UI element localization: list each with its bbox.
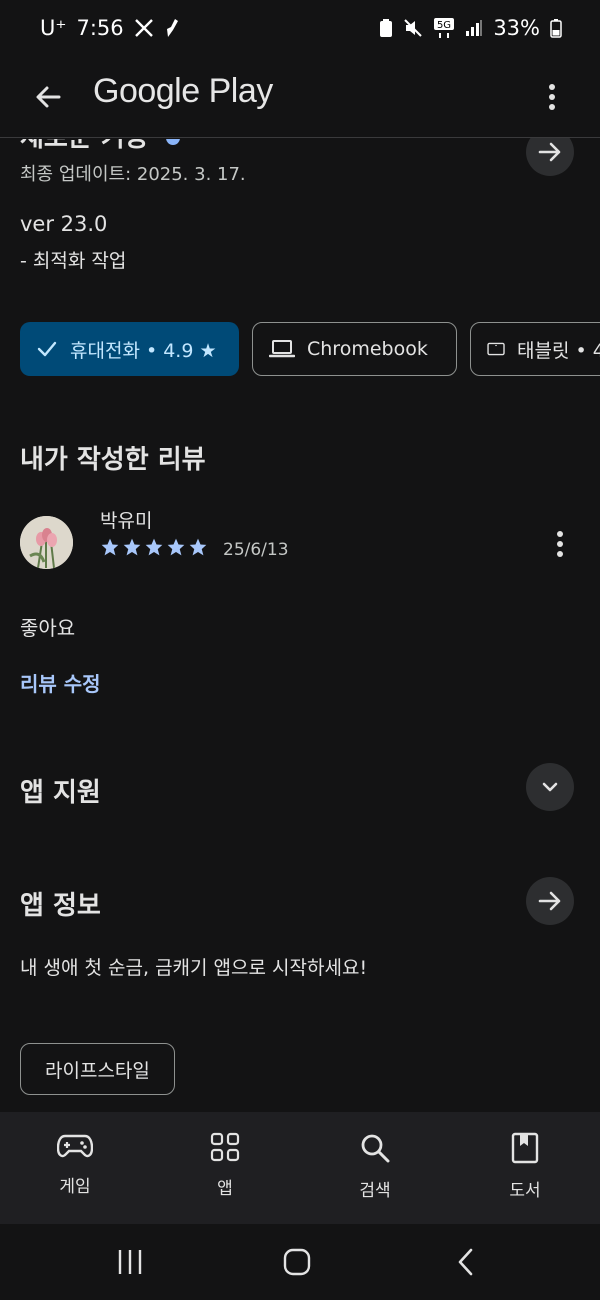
reviewer-name: 박유미 bbox=[100, 510, 153, 532]
nav-apps[interactable]: 앱 bbox=[175, 1132, 275, 1199]
status-right: 5G 33% bbox=[379, 16, 562, 40]
star-icon bbox=[101, 538, 119, 556]
mute-icon bbox=[404, 19, 423, 37]
chip-chromebook-label: Chromebook bbox=[307, 338, 428, 360]
category-chip[interactable]: 라이프스타일 bbox=[20, 1043, 175, 1095]
status-bar: U⁺ 7:56 5G 33% bbox=[0, 0, 600, 60]
system-back-button[interactable] bbox=[440, 1242, 490, 1282]
svg-text:5G: 5G bbox=[437, 20, 451, 31]
review-text: 좋아요 bbox=[20, 616, 76, 640]
arrow-forward-icon bbox=[538, 142, 561, 162]
chip-chromebook[interactable]: Chromebook bbox=[252, 322, 457, 376]
signal-icon bbox=[466, 20, 483, 36]
notification-pin-icon bbox=[166, 19, 178, 37]
battery-saver-icon bbox=[380, 19, 393, 37]
edit-review-link[interactable]: 리뷰 수정 bbox=[20, 668, 101, 697]
star-icon bbox=[123, 538, 141, 556]
chip-tablet[interactable]: 태블릿 • 4.8 bbox=[470, 322, 600, 376]
recents-icon bbox=[118, 1250, 142, 1274]
version-label: ver 23.0 bbox=[20, 212, 108, 236]
recents-button[interactable] bbox=[105, 1242, 155, 1282]
book-icon bbox=[511, 1132, 539, 1164]
search-icon bbox=[361, 1134, 390, 1163]
chevron-left-icon bbox=[458, 1248, 473, 1276]
device-filter-chips: 휴대전화 • 4.9 ★ Chromebook 태블릿 • 4.8 bbox=[20, 322, 600, 376]
chip-tablet-label: 태블릿 • 4.8 bbox=[517, 339, 600, 362]
avatar bbox=[20, 516, 73, 569]
review-date: 25/6/13 bbox=[223, 540, 289, 560]
star-icon bbox=[189, 538, 207, 556]
arrow-forward-icon bbox=[538, 891, 561, 911]
nav-apps-label: 앱 bbox=[217, 1179, 233, 1199]
app-title: Google Play bbox=[93, 72, 273, 110]
last-updated-date: 최종 업데이트: 2025. 3. 17. bbox=[20, 164, 246, 185]
tablet-icon bbox=[487, 342, 505, 356]
nav-books-label: 도서 bbox=[509, 1181, 541, 1201]
battery-icon bbox=[550, 19, 562, 38]
changelog-text: - 최적화 작업 bbox=[20, 250, 127, 272]
back-button[interactable] bbox=[26, 75, 70, 119]
my-review-title: 내가 작성한 리뷰 bbox=[20, 445, 206, 475]
page: U⁺ 7:56 5G 33% Google Play 최종 업데이트: 2025… bbox=[0, 0, 600, 1300]
whats-new-header-clip: 새로운 기능 bbox=[0, 139, 600, 259]
nav-search[interactable]: 검색 bbox=[325, 1132, 425, 1201]
battery-percent: 33% bbox=[493, 16, 540, 40]
rating-stars bbox=[100, 537, 208, 557]
app-support-title: 앱 지원 bbox=[20, 778, 101, 808]
laptop-icon bbox=[269, 340, 295, 358]
app-info-arrow-button[interactable] bbox=[526, 877, 574, 925]
app-info-title: 앱 정보 bbox=[20, 891, 101, 921]
star-icon bbox=[145, 538, 163, 556]
5g-icon: 5G bbox=[434, 18, 455, 38]
chip-phone-label: 휴대전화 • 4.9 ★ bbox=[70, 339, 217, 362]
nav-search-label: 검색 bbox=[359, 1181, 391, 1201]
more-vert-icon bbox=[549, 84, 555, 110]
check-icon bbox=[37, 341, 57, 357]
nav-games[interactable]: 게임 bbox=[25, 1132, 125, 1197]
app-description: 내 생애 첫 순금, 금캐기 앱으로 시작하세요! bbox=[20, 957, 368, 979]
bottom-navigation: 게임 앱 검색 도서 bbox=[0, 1112, 600, 1224]
arrow-back-icon bbox=[36, 86, 61, 108]
review-more-button[interactable] bbox=[538, 522, 582, 566]
star-icon bbox=[167, 538, 185, 556]
home-button[interactable] bbox=[272, 1242, 322, 1282]
nav-books[interactable]: 도서 bbox=[475, 1132, 575, 1201]
status-left: U⁺ 7:56 bbox=[40, 16, 182, 40]
chip-phone[interactable]: 휴대전화 • 4.9 ★ bbox=[20, 322, 239, 376]
clock: 7:56 bbox=[76, 16, 124, 40]
app-support-expand-button[interactable] bbox=[526, 763, 574, 811]
whats-new-heading: 새로운 기능 bbox=[20, 139, 149, 154]
more-vert-icon bbox=[557, 531, 563, 557]
verified-dot-icon bbox=[166, 139, 180, 145]
nav-games-label: 게임 bbox=[59, 1177, 91, 1197]
carrier-label: U⁺ bbox=[40, 16, 67, 40]
gamepad-icon bbox=[57, 1134, 93, 1158]
chevron-down-icon bbox=[542, 782, 558, 792]
x-app-icon bbox=[134, 19, 153, 37]
more-options-button[interactable] bbox=[530, 74, 574, 120]
top-app-bar: Google Play bbox=[0, 62, 600, 138]
home-icon bbox=[283, 1248, 311, 1276]
apps-grid-icon bbox=[210, 1132, 240, 1162]
tulip-photo-icon bbox=[20, 516, 73, 569]
system-navigation-bar bbox=[0, 1224, 600, 1300]
